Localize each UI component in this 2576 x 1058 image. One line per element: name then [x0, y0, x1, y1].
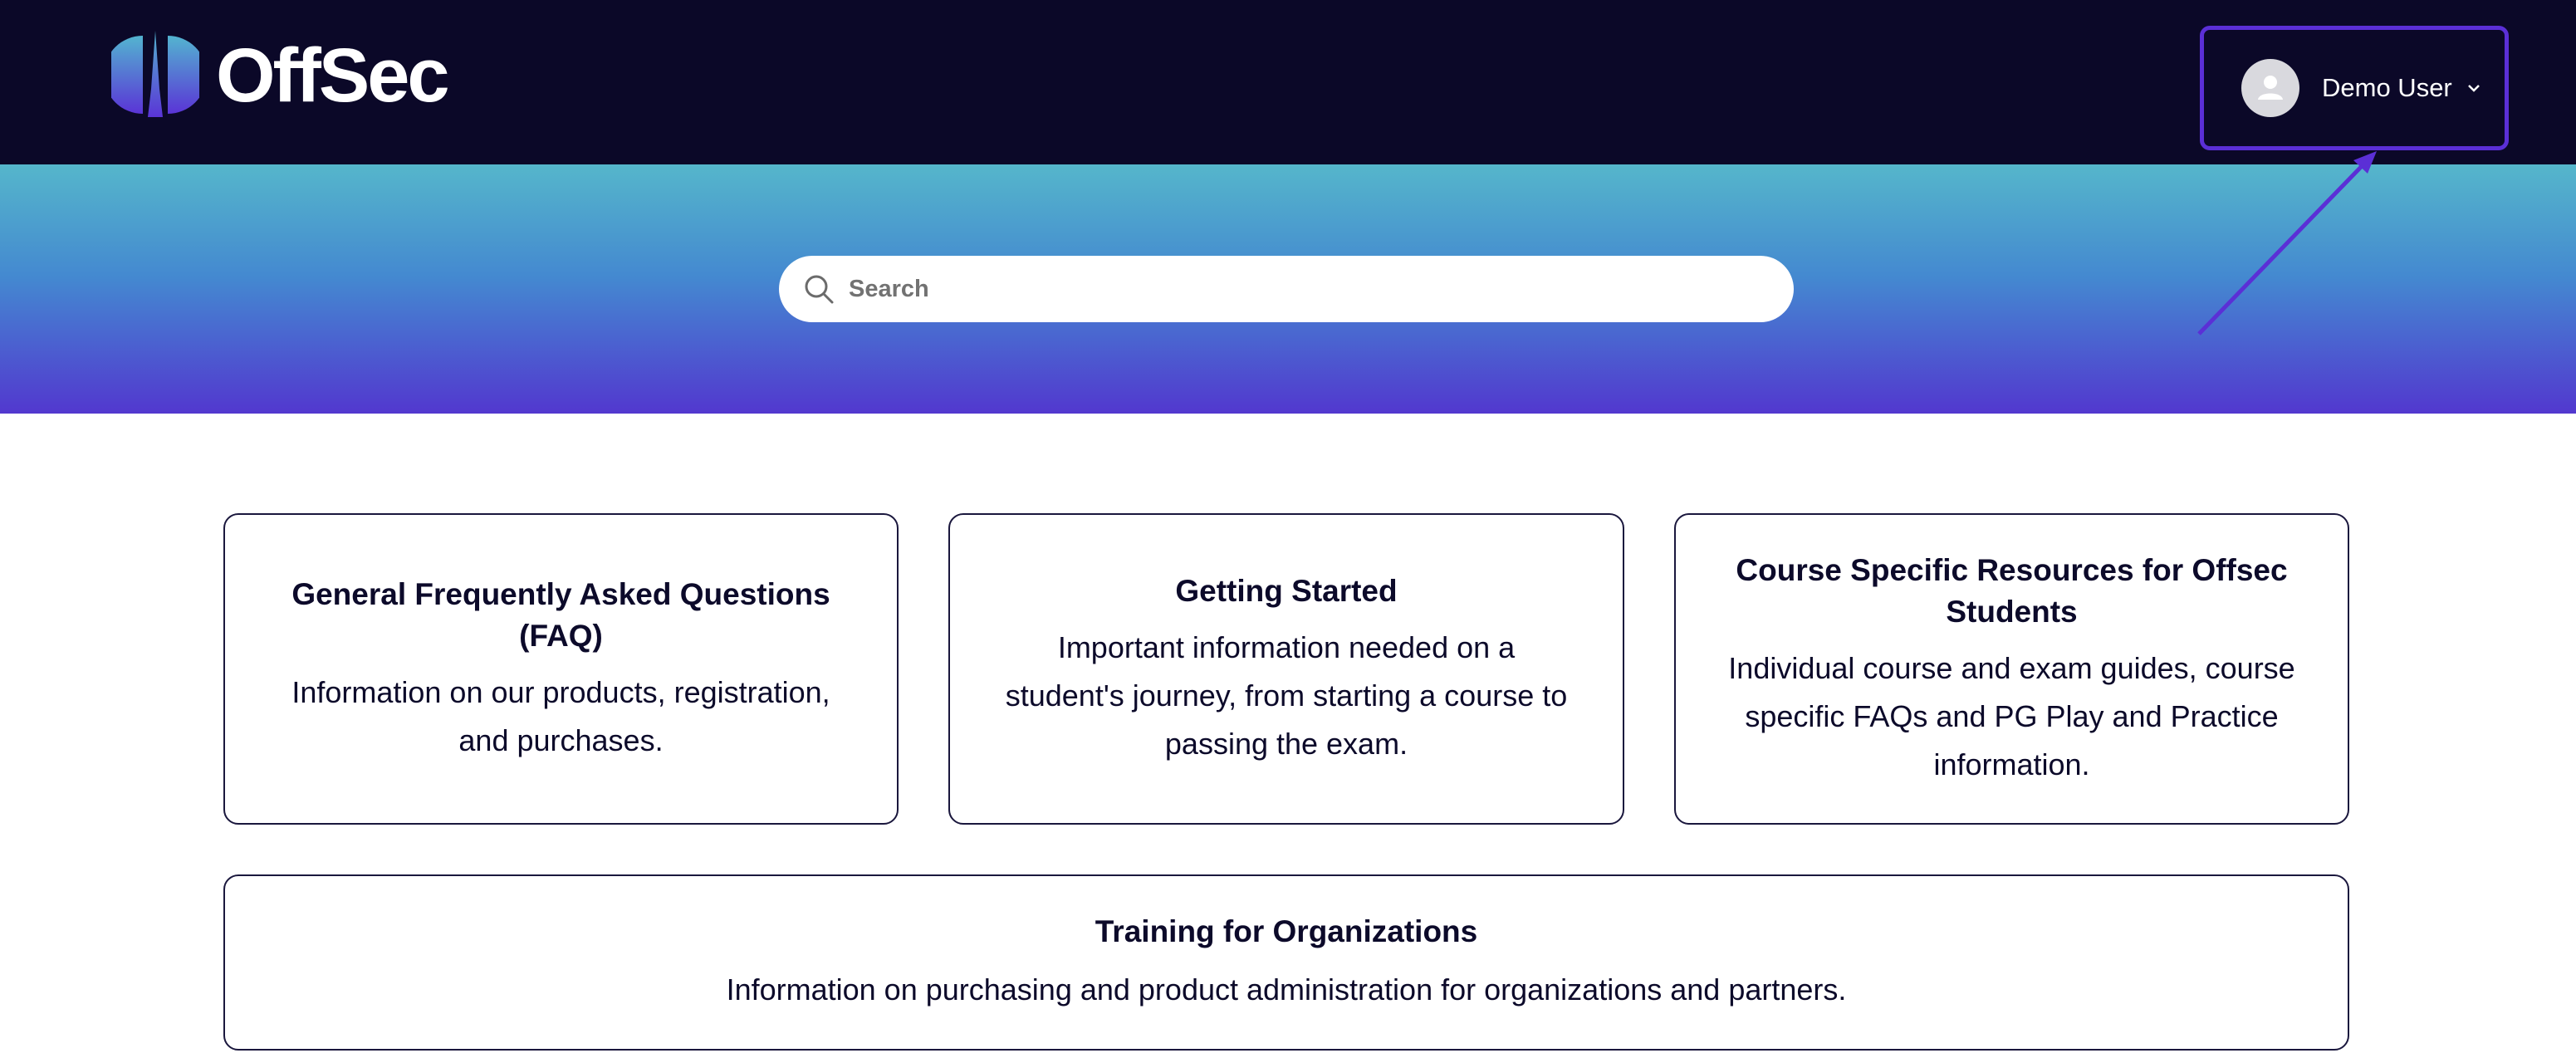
- card-description: Information on our products, registratio…: [291, 674, 830, 757]
- brand-name: OffSec: [216, 33, 450, 118]
- brand-logo[interactable]: OffSec: [111, 30, 450, 121]
- offsec-logo-icon: [111, 31, 199, 117]
- card-course-resources[interactable]: Course Specific Resources for Offsec Stu…: [1674, 513, 2349, 825]
- avatar: [2241, 59, 2299, 117]
- card-title: Course Specific Resources for Offsec Stu…: [1736, 552, 2288, 629]
- chevron-down-icon: [2467, 85, 2480, 92]
- user-menu-button[interactable]: Demo User: [2241, 55, 2481, 121]
- search-input[interactable]: [847, 263, 1764, 315]
- user-menu-highlight: Demo User: [2200, 26, 2509, 150]
- card-getting-started[interactable]: Getting Started Important information ne…: [948, 513, 1624, 825]
- card-title: Training for Organizations: [1095, 914, 1478, 948]
- card-description: Individual course and exam guides, cours…: [1728, 650, 2295, 781]
- site-header: OffSec Demo User: [0, 0, 2576, 164]
- card-title: General Frequently Asked Questions (FAQ): [291, 576, 830, 653]
- card-description: Important information needed on a studen…: [1005, 629, 1568, 761]
- card-description: Information on purchasing and product ad…: [726, 972, 1847, 1007]
- user-name: Demo User: [2322, 73, 2452, 102]
- search-bar[interactable]: [779, 256, 1794, 322]
- avatar-icon: [2258, 76, 2283, 100]
- card-general-faq[interactable]: General Frequently Asked Questions (FAQ)…: [223, 513, 899, 825]
- card-training-organizations[interactable]: Training for Organizations Information o…: [223, 874, 2349, 1051]
- search-icon: [805, 275, 834, 304]
- card-title: Getting Started: [1175, 573, 1398, 608]
